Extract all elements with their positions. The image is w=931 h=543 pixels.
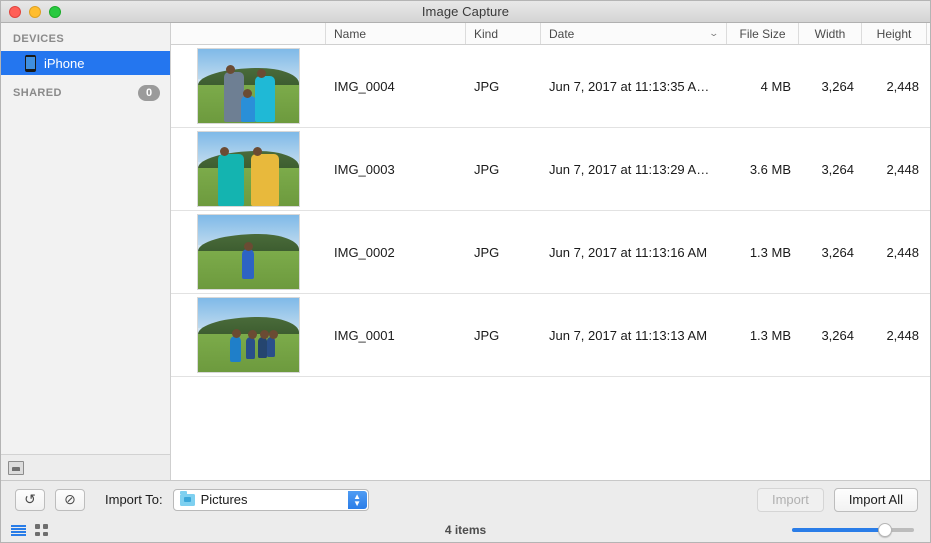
window-title: Image Capture [1, 4, 930, 19]
row-kind: JPG [466, 328, 541, 343]
column-header-file-size[interactable]: File Size [727, 23, 799, 44]
traffic-lights [1, 6, 61, 18]
column-header-date-label: Date [549, 27, 574, 41]
row-date: Jun 7, 2017 at 11:13:35 A… [541, 79, 727, 94]
table-row[interactable]: IMG_0004 JPG Jun 7, 2017 at 11:13:35 A… … [171, 45, 930, 128]
bottom-toolbar-top-row: ↺ ⊘ Import To: Pictures ▲▼ Import Import… [1, 481, 930, 518]
row-height: 2,448 [862, 79, 927, 94]
sidebar-shared-section[interactable]: SHARED 0 [1, 75, 170, 107]
row-file-size: 4 MB [727, 79, 799, 94]
sidebar-footer [1, 454, 170, 480]
row-thumbnail-cell[interactable] [171, 214, 326, 290]
file-list-pane: Name Kind Date ⌄ File Size Width Height [171, 23, 930, 480]
column-header-filler [927, 23, 931, 44]
title-bar: Image Capture [1, 1, 930, 23]
row-width: 3,264 [799, 245, 862, 260]
row-width: 3,264 [799, 162, 862, 177]
iphone-icon [25, 55, 36, 72]
rotate-left-button[interactable]: ↺ [15, 489, 45, 511]
rotate-left-icon: ↺ [24, 491, 36, 508]
import-destination-value: Pictures [201, 492, 248, 507]
row-name: IMG_0001 [326, 328, 466, 343]
shared-count-badge: 0 [138, 85, 160, 101]
sidebar-item-label: iPhone [44, 56, 84, 71]
row-kind: JPG [466, 245, 541, 260]
row-thumbnail-cell[interactable] [171, 48, 326, 124]
table-row[interactable]: IMG_0003 JPG Jun 7, 2017 at 11:13:29 A… … [171, 128, 930, 211]
sidebar: DEVICES iPhone SHARED 0 [1, 23, 171, 480]
bottom-toolbar-status-row: 4 items [1, 518, 930, 542]
grid-view-icon[interactable] [35, 524, 48, 536]
row-date: Jun 7, 2017 at 11:13:16 AM [541, 245, 727, 260]
import-destination-popup[interactable]: Pictures ▲▼ [173, 489, 369, 511]
column-header-kind[interactable]: Kind [466, 23, 541, 44]
row-file-size: 3.6 MB [727, 162, 799, 177]
sidebar-item-iphone[interactable]: iPhone [1, 51, 170, 75]
row-date: Jun 7, 2017 at 11:13:13 AM [541, 328, 727, 343]
row-height: 2,448 [862, 245, 927, 260]
row-thumbnail-cell[interactable] [171, 131, 326, 207]
import-to-label: Import To: [105, 492, 163, 507]
delete-button[interactable]: ⊘ [55, 489, 85, 511]
slider-fill [792, 528, 885, 532]
image-capture-window: Image Capture DEVICES iPhone SHARED 0 Na… [0, 0, 931, 543]
folder-icon [180, 494, 195, 506]
items-count-label: 4 items [1, 523, 930, 537]
row-kind: JPG [466, 162, 541, 177]
column-header-date[interactable]: Date ⌄ [541, 23, 727, 44]
scanner-icon[interactable] [8, 461, 24, 475]
column-headers: Name Kind Date ⌄ File Size Width Height [171, 23, 930, 45]
photo-thumbnail[interactable] [197, 131, 300, 207]
row-kind: JPG [466, 79, 541, 94]
row-name: IMG_0003 [326, 162, 466, 177]
photo-thumbnail[interactable] [197, 297, 300, 373]
stepper-arrows-icon[interactable]: ▲▼ [348, 491, 367, 509]
minimize-button[interactable] [29, 6, 41, 18]
row-name: IMG_0004 [326, 79, 466, 94]
close-button[interactable] [9, 6, 21, 18]
photo-thumbnail[interactable] [197, 48, 300, 124]
view-mode-toggles [11, 524, 48, 536]
column-header-height[interactable]: Height [862, 23, 927, 44]
column-header-name[interactable]: Name [326, 23, 466, 44]
row-file-size: 1.3 MB [727, 328, 799, 343]
row-width: 3,264 [799, 328, 862, 343]
window-body: DEVICES iPhone SHARED 0 Name Kind Date [1, 23, 930, 480]
import-all-button[interactable]: Import All [834, 488, 918, 512]
photo-thumbnail[interactable] [197, 214, 300, 290]
maximize-button[interactable] [49, 6, 61, 18]
column-header-thumbnail[interactable] [171, 23, 326, 44]
import-button[interactable]: Import [757, 488, 824, 512]
row-date: Jun 7, 2017 at 11:13:29 A… [541, 162, 727, 177]
sidebar-shared-header: SHARED [13, 87, 138, 99]
row-width: 3,264 [799, 79, 862, 94]
sidebar-devices-header: DEVICES [1, 23, 170, 51]
slider-knob[interactable] [878, 523, 892, 537]
row-height: 2,448 [862, 162, 927, 177]
table-row[interactable]: IMG_0001 JPG Jun 7, 2017 at 11:13:13 AM … [171, 294, 930, 377]
column-header-width[interactable]: Width [799, 23, 862, 44]
file-rows: IMG_0004 JPG Jun 7, 2017 at 11:13:35 A… … [171, 45, 930, 480]
row-name: IMG_0002 [326, 245, 466, 260]
thumbnail-size-slider[interactable] [792, 523, 914, 537]
prohibition-icon: ⊘ [64, 491, 76, 508]
list-view-icon[interactable] [11, 525, 26, 536]
row-thumbnail-cell[interactable] [171, 297, 326, 373]
chevron-down-icon: ⌄ [709, 28, 720, 39]
bottom-toolbar: ↺ ⊘ Import To: Pictures ▲▼ Import Import… [1, 480, 930, 542]
row-file-size: 1.3 MB [727, 245, 799, 260]
table-row[interactable]: IMG_0002 JPG Jun 7, 2017 at 11:13:16 AM … [171, 211, 930, 294]
row-height: 2,448 [862, 328, 927, 343]
